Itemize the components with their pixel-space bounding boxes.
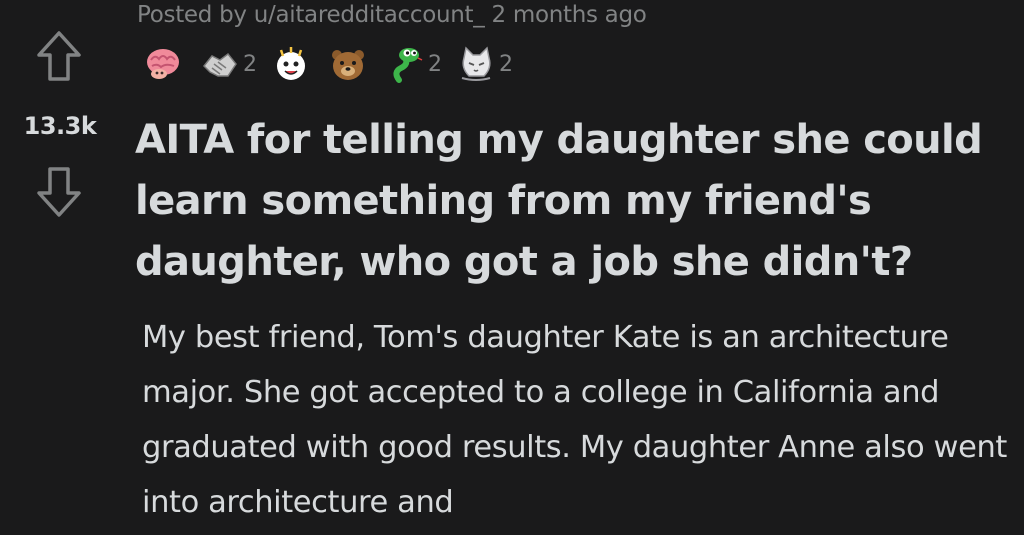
bear-award-icon: [328, 44, 368, 84]
vote-column: 13.3k: [0, 0, 120, 535]
award-cat[interactable]: 2: [456, 44, 513, 84]
award-count: 2: [428, 51, 442, 77]
award-bear[interactable]: [328, 44, 371, 84]
wholesome-award-icon: [271, 44, 311, 84]
upvote-arrow-icon: [35, 29, 83, 87]
snek-award-icon: [385, 44, 425, 84]
handshake-award-icon: [200, 44, 240, 84]
upvote-button[interactable]: [31, 30, 87, 86]
author-link[interactable]: u/aitaredditaccount_: [254, 2, 485, 28]
post-body: My best friend, Tom's daughter Kate is a…: [142, 320, 1007, 520]
awards-row: 2 2 2: [143, 42, 527, 86]
downvote-button[interactable]: [31, 166, 87, 222]
post-meta: Posted by u/aitaredditaccount_ 2 months …: [137, 2, 647, 28]
downvote-arrow-icon: [35, 165, 83, 223]
post-title[interactable]: AITA for telling my daughter she could l…: [135, 110, 1020, 293]
post-age: 2 months ago: [491, 2, 647, 28]
award-handshake[interactable]: 2: [200, 44, 257, 84]
award-wholesome[interactable]: [271, 44, 314, 84]
award-count: 2: [499, 51, 513, 77]
award-count: 2: [243, 51, 257, 77]
award-brain[interactable]: [143, 44, 186, 84]
posted-by-label: Posted by: [137, 2, 247, 28]
vote-score: 13.3k: [23, 112, 97, 140]
cat-award-icon: [456, 44, 496, 84]
award-snek[interactable]: 2: [385, 44, 442, 84]
brain-award-icon: [143, 44, 183, 84]
